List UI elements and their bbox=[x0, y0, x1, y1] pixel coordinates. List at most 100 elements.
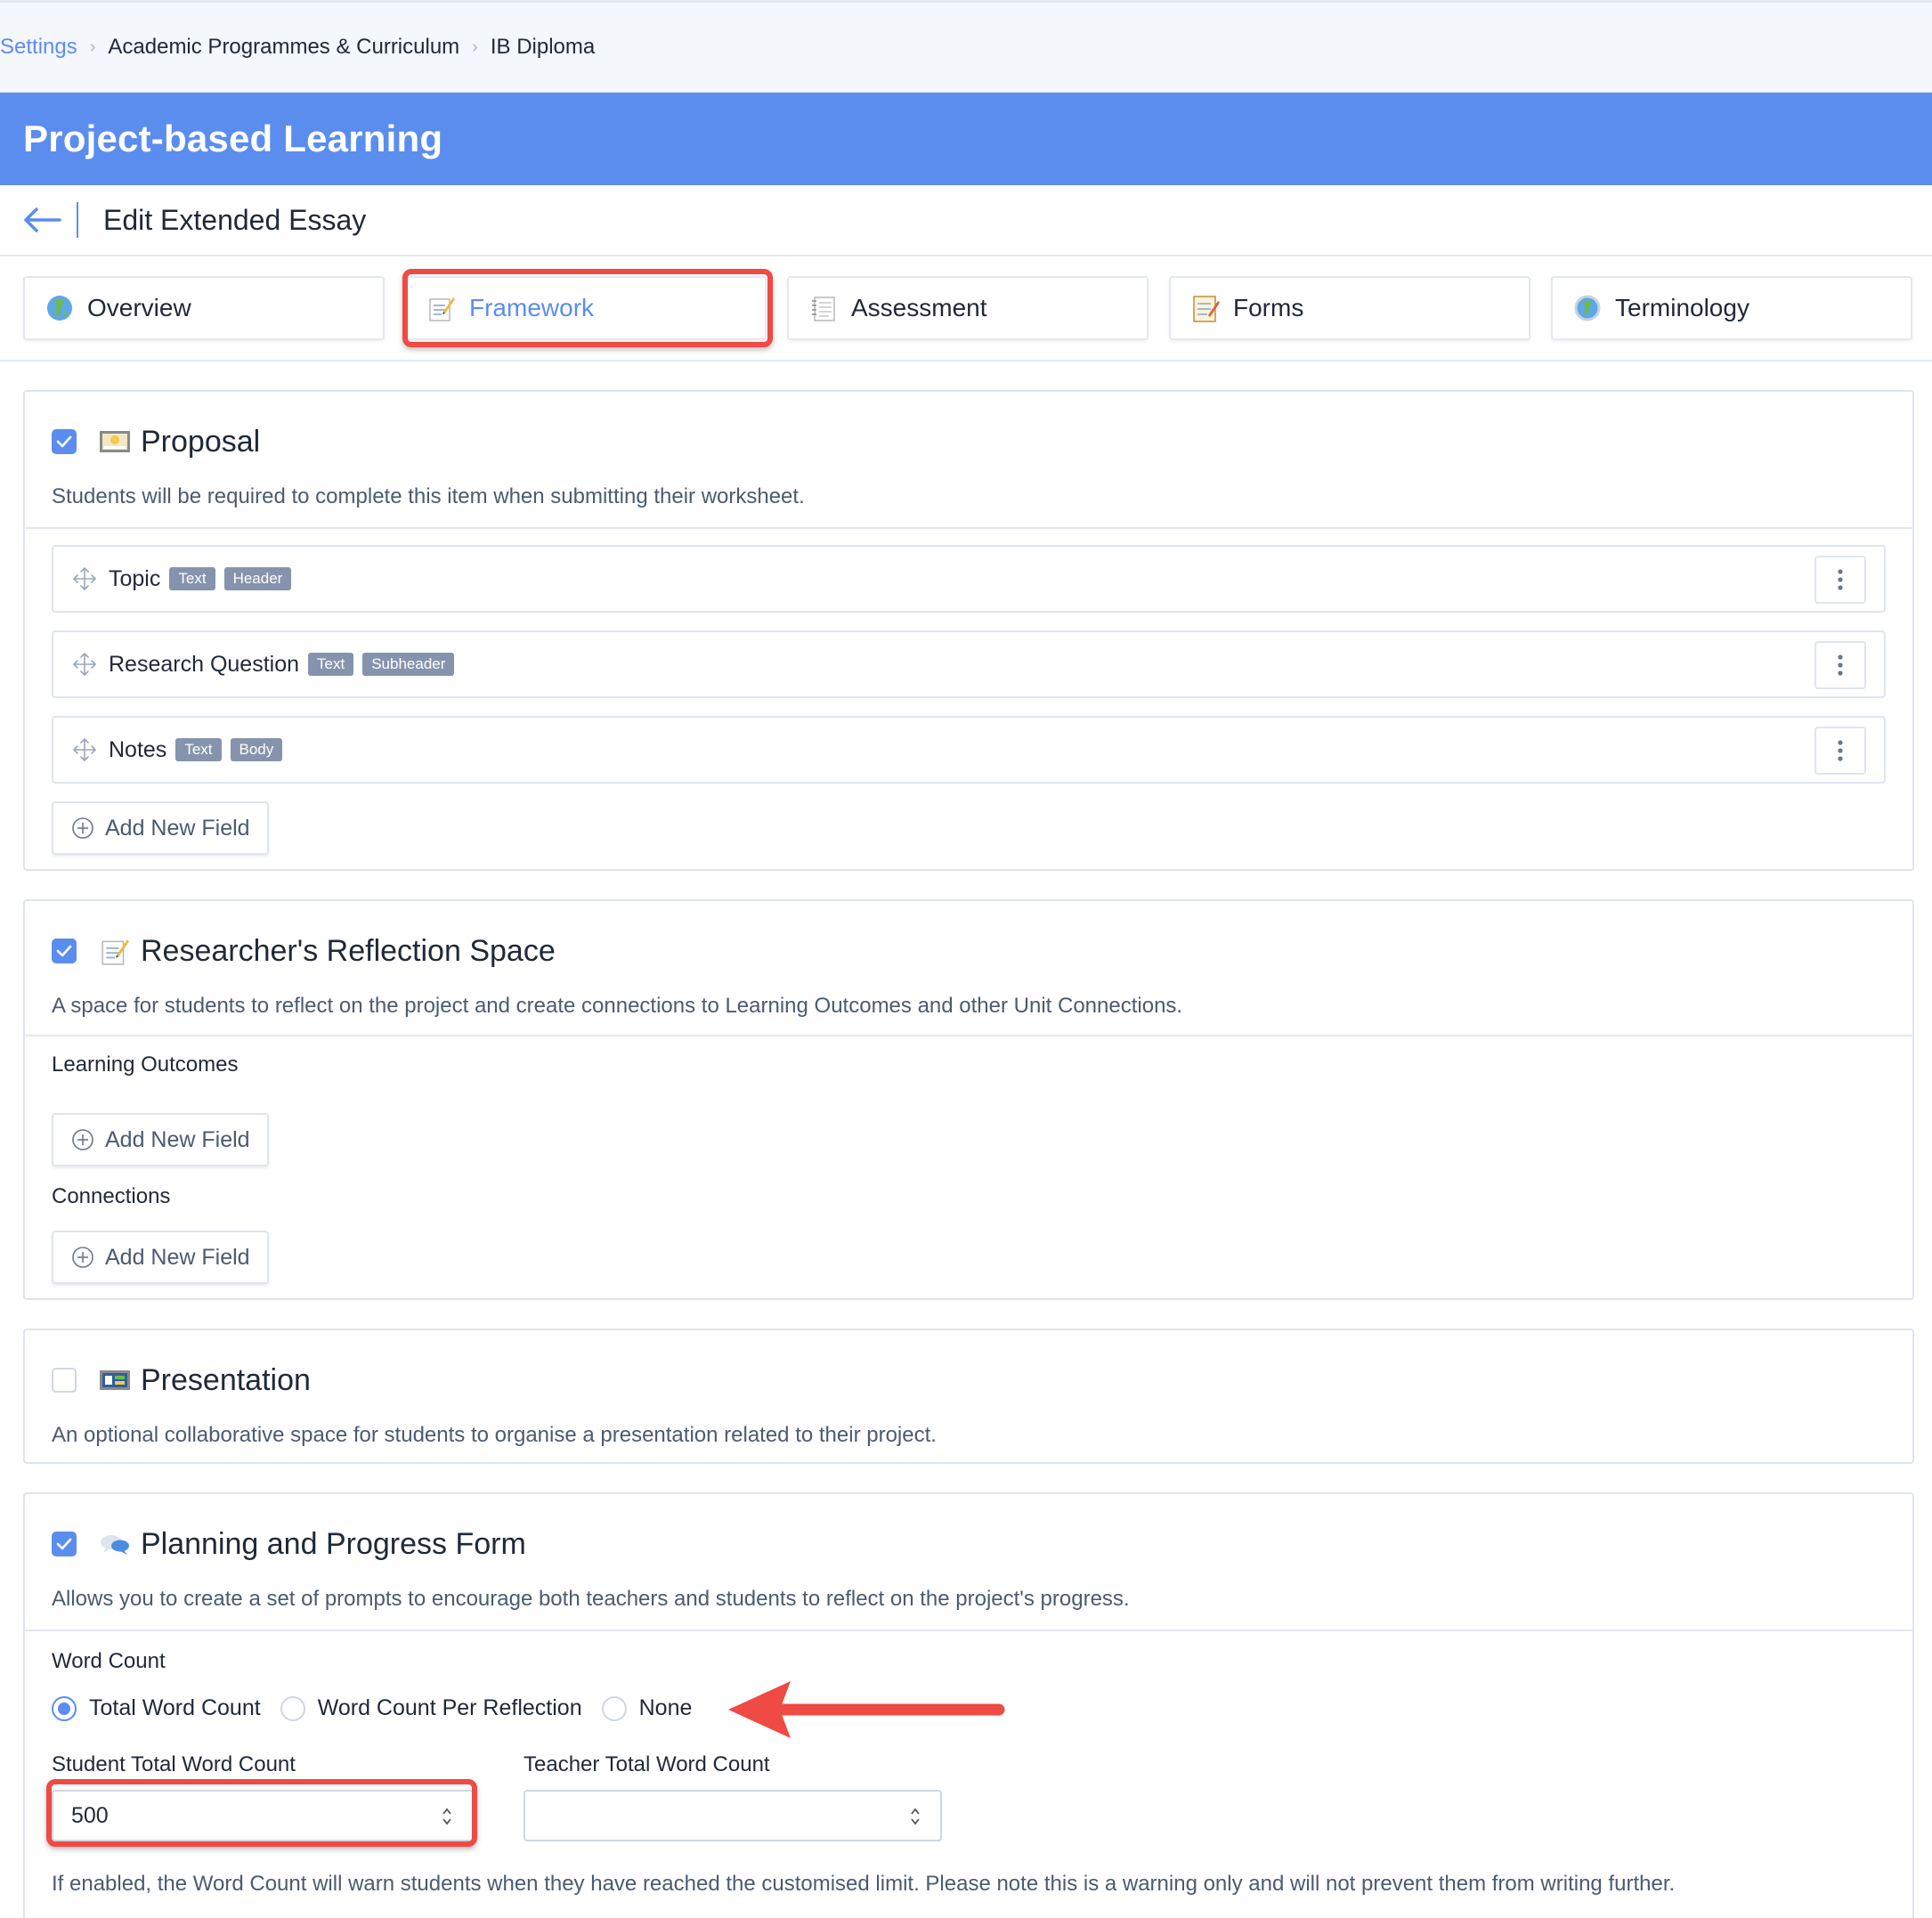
memo-icon bbox=[426, 293, 457, 323]
proposal-checkbox[interactable] bbox=[52, 429, 77, 454]
radio-word-count-per-reflection[interactable]: Word Count Per Reflection bbox=[280, 1695, 582, 1721]
tab-overview[interactable]: Overview bbox=[23, 276, 385, 340]
breadcrumb-academic-programmes[interactable]: Academic Programmes & Curriculum bbox=[108, 35, 459, 60]
breadcrumb: Settings › Academic Programmes & Curricu… bbox=[0, 0, 1932, 93]
reflection-section: Researcher's Reflection Space A space fo… bbox=[23, 899, 1914, 1300]
learning-outcomes-label: Learning Outcomes bbox=[52, 1052, 239, 1077]
field-type-badge: Text bbox=[169, 567, 215, 590]
radio-button[interactable] bbox=[601, 1695, 627, 1721]
tab-bar: Overview Framework Assessment Forms Term… bbox=[0, 256, 1932, 362]
breadcrumb-ib-diploma[interactable]: IB Diploma bbox=[491, 35, 595, 60]
chevron-right-icon: › bbox=[89, 37, 96, 57]
drag-handle-icon[interactable] bbox=[71, 565, 98, 592]
tab-label: Assessment bbox=[851, 294, 987, 321]
field-type-badge: Text bbox=[175, 738, 222, 761]
radio-label: Word Count Per Reflection bbox=[317, 1695, 582, 1720]
field-style-badge: Subheader bbox=[362, 653, 455, 676]
section-title: Planning and Progress Form bbox=[141, 1526, 526, 1561]
more-options-icon[interactable] bbox=[1814, 727, 1866, 775]
connections-label: Connections bbox=[52, 1184, 171, 1208]
memo-pencil-icon bbox=[1190, 293, 1221, 323]
tab-label: Forms bbox=[1233, 294, 1304, 321]
add-new-field-button[interactable]: Add New Field bbox=[52, 801, 269, 855]
globe-icon bbox=[45, 293, 75, 323]
add-connection-field-button[interactable]: Add New Field bbox=[52, 1231, 269, 1284]
field-name: Notes bbox=[109, 736, 167, 762]
teacher-word-count-input[interactable] bbox=[524, 1790, 942, 1841]
tab-forms[interactable]: Forms bbox=[1169, 276, 1530, 340]
teacher-total-word-count-label: Teacher Total Word Count bbox=[524, 1752, 770, 1776]
divider bbox=[25, 527, 1912, 529]
drag-handle-icon[interactable] bbox=[71, 651, 98, 678]
divider bbox=[25, 1035, 1912, 1036]
radio-button[interactable] bbox=[280, 1695, 305, 1721]
word-count-note: If enabled, the Word Count will warn stu… bbox=[52, 1872, 1676, 1896]
proposal-section: Proposal Students will be required to co… bbox=[23, 390, 1914, 871]
field-row-notes[interactable]: Notes Text Body bbox=[52, 716, 1886, 784]
breadcrumb-settings-link[interactable]: Settings bbox=[0, 35, 77, 60]
student-total-word-count-label: Student Total Word Count bbox=[52, 1752, 296, 1776]
add-learning-outcome-field-button[interactable]: Add New Field bbox=[52, 1113, 269, 1166]
memo-icon bbox=[98, 936, 132, 966]
word-count-radio-group: Total Word Count Word Count Per Reflecti… bbox=[52, 1695, 711, 1721]
framed-picture-icon bbox=[98, 427, 132, 457]
section-title: Presentation bbox=[141, 1362, 311, 1397]
field-name: Research Question bbox=[109, 651, 300, 677]
section-title: Researcher's Reflection Space bbox=[141, 933, 556, 968]
field-row-topic[interactable]: Topic Text Header bbox=[52, 545, 1886, 613]
field-type-badge: Text bbox=[308, 653, 354, 676]
add-new-field-label: Add New Field bbox=[105, 1126, 250, 1152]
word-count-label: Word Count bbox=[52, 1649, 166, 1673]
radio-label: Total Word Count bbox=[89, 1695, 261, 1720]
add-new-field-label: Add New Field bbox=[105, 1244, 250, 1270]
radio-label: None bbox=[638, 1695, 693, 1720]
planning-checkbox[interactable] bbox=[52, 1532, 77, 1556]
radio-none[interactable]: None bbox=[601, 1695, 693, 1721]
section-description: A space for students to reflect on the p… bbox=[52, 994, 1183, 1018]
field-row-research-question[interactable]: Research Question Text Subheader bbox=[52, 630, 1886, 698]
back-arrow-icon[interactable] bbox=[21, 199, 62, 240]
section-description: An optional collaborative space for stud… bbox=[52, 1423, 937, 1447]
tab-framework[interactable]: Framework bbox=[405, 276, 767, 340]
more-options-icon[interactable] bbox=[1814, 556, 1866, 604]
section-description: Allows you to create a set of prompts to… bbox=[52, 1587, 1130, 1611]
presentation-section: Presentation An optional collaborative s… bbox=[23, 1329, 1914, 1464]
annotation-arrow-icon bbox=[728, 1681, 1005, 1738]
plus-circle-icon bbox=[71, 1246, 94, 1269]
number-stepper-icon[interactable] bbox=[438, 1804, 456, 1829]
tab-label: Terminology bbox=[1615, 294, 1749, 321]
number-stepper-icon[interactable] bbox=[906, 1804, 924, 1829]
teacher-word-count-value[interactable] bbox=[543, 1802, 861, 1829]
speech-bubbles-icon bbox=[98, 1529, 132, 1559]
presentation-checkbox[interactable] bbox=[52, 1368, 77, 1393]
tab-assessment[interactable]: Assessment bbox=[787, 276, 1149, 340]
presentation-board-icon bbox=[98, 1365, 132, 1395]
drag-handle-icon[interactable] bbox=[71, 736, 98, 763]
page-header: Project-based Learning bbox=[0, 93, 1932, 185]
edit-title: Edit Extended Essay bbox=[103, 203, 367, 236]
tab-label: Overview bbox=[87, 294, 191, 321]
radio-total-word-count[interactable]: Total Word Count bbox=[52, 1695, 261, 1721]
field-style-badge: Body bbox=[230, 738, 283, 761]
section-title: Proposal bbox=[141, 424, 261, 459]
field-name: Topic bbox=[109, 565, 161, 591]
divider bbox=[77, 202, 78, 238]
section-description: Students will be required to complete th… bbox=[52, 484, 805, 508]
globe-meridians-icon bbox=[1572, 293, 1603, 323]
more-options-icon[interactable] bbox=[1814, 641, 1866, 689]
plus-circle-icon bbox=[71, 1128, 94, 1151]
radio-button[interactable] bbox=[52, 1695, 77, 1721]
edit-header: Edit Extended Essay bbox=[0, 185, 1932, 256]
tab-label: Framework bbox=[469, 294, 595, 321]
add-new-field-label: Add New Field bbox=[105, 815, 250, 841]
divider bbox=[25, 1629, 1912, 1631]
spiral-notepad-icon bbox=[808, 293, 839, 323]
chevron-right-icon: › bbox=[472, 37, 478, 57]
reflection-checkbox[interactable] bbox=[52, 939, 77, 963]
plus-circle-icon bbox=[71, 817, 94, 840]
tab-terminology[interactable]: Terminology bbox=[1551, 276, 1912, 340]
student-word-count-value[interactable] bbox=[71, 1802, 392, 1829]
field-style-badge: Header bbox=[223, 567, 292, 590]
student-word-count-input[interactable] bbox=[52, 1790, 474, 1841]
page-title: Project-based Learning bbox=[23, 118, 443, 159]
